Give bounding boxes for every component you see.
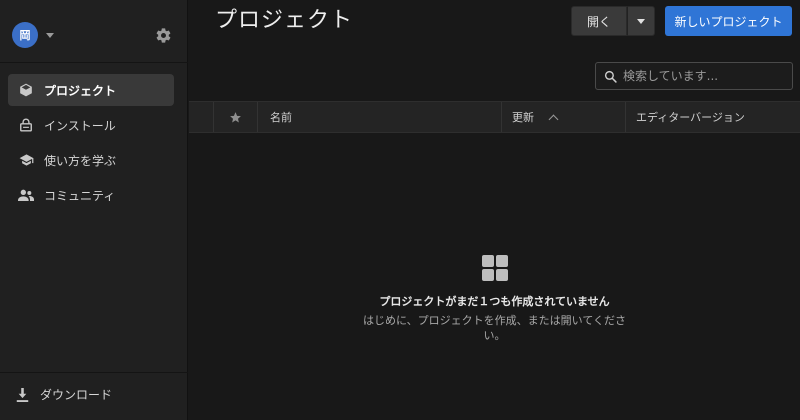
sidebar-item-label: コミュニティ — [44, 188, 116, 203]
account-menu[interactable]: 岡 — [12, 22, 54, 48]
open-button-group: 開く — [571, 6, 655, 36]
sidebar-item-community[interactable]: コミュニティ — [8, 179, 174, 211]
name-column-header[interactable]: 名前 — [257, 102, 501, 132]
search-input[interactable] — [623, 69, 783, 83]
updated-column-header[interactable]: 更新 — [501, 102, 625, 132]
gear-icon[interactable] — [155, 27, 172, 44]
download-label: ダウンロード — [40, 388, 113, 402]
sidebar-item-installs[interactable]: インストール — [8, 109, 174, 141]
cube-icon — [18, 82, 34, 98]
sidebar: 岡 プロジェクト インストール 使い方を学ぶ コミュニティ ダウンロード — [0, 0, 188, 420]
lock-icon — [18, 117, 34, 133]
graduation-cap-icon — [18, 152, 34, 168]
sidebar-divider — [0, 372, 188, 373]
open-button[interactable]: 開く — [571, 6, 627, 36]
column-label: エディターバージョン — [636, 111, 745, 124]
people-icon — [18, 187, 34, 203]
sidebar-nav: プロジェクト インストール 使い方を学ぶ コミュニティ — [8, 74, 174, 214]
favorite-column-header[interactable] — [213, 102, 257, 132]
download-icon — [14, 387, 30, 403]
search-box[interactable] — [595, 62, 793, 90]
chevron-down-icon — [637, 18, 645, 24]
new-project-button[interactable]: 新しいプロジェクト — [665, 6, 792, 36]
avatar[interactable]: 岡 — [12, 22, 38, 48]
sidebar-item-label: プロジェクト — [44, 83, 117, 98]
search-icon — [604, 70, 617, 83]
empty-state-subtitle: はじめに、プロジェクトを作成、または開いてください。 — [362, 314, 626, 342]
table-header: 名前 更新 エディターバージョン — [189, 101, 800, 133]
empty-state: プロジェクトがまだ１つも作成されていません はじめに、プロジェクトを作成、または… — [189, 255, 800, 343]
empty-state-title: プロジェクトがまだ１つも作成されていません — [379, 295, 610, 308]
column-label: 名前 — [270, 111, 292, 124]
chevron-down-icon[interactable] — [46, 32, 54, 38]
sidebar-item-label: 使い方を学ぶ — [44, 153, 117, 168]
sidebar-divider — [0, 62, 188, 63]
download-button[interactable]: ダウンロード — [14, 386, 112, 403]
main-panel: プロジェクト 開く 新しいプロジェクト 名前 更新 エディターバージョン — [189, 0, 800, 420]
open-dropdown-button[interactable] — [627, 6, 655, 36]
page-title: プロジェクト — [215, 8, 354, 33]
star-icon — [230, 111, 241, 122]
sidebar-item-label: インストール — [44, 118, 116, 133]
sort-ascending-icon — [548, 114, 559, 124]
sidebar-item-learn[interactable]: 使い方を学ぶ — [8, 144, 174, 176]
column-label: 更新 — [512, 111, 534, 124]
editor-version-column-header[interactable]: エディターバージョン — [625, 102, 800, 132]
grid-icon — [481, 255, 508, 281]
sidebar-item-projects[interactable]: プロジェクト — [8, 74, 174, 106]
